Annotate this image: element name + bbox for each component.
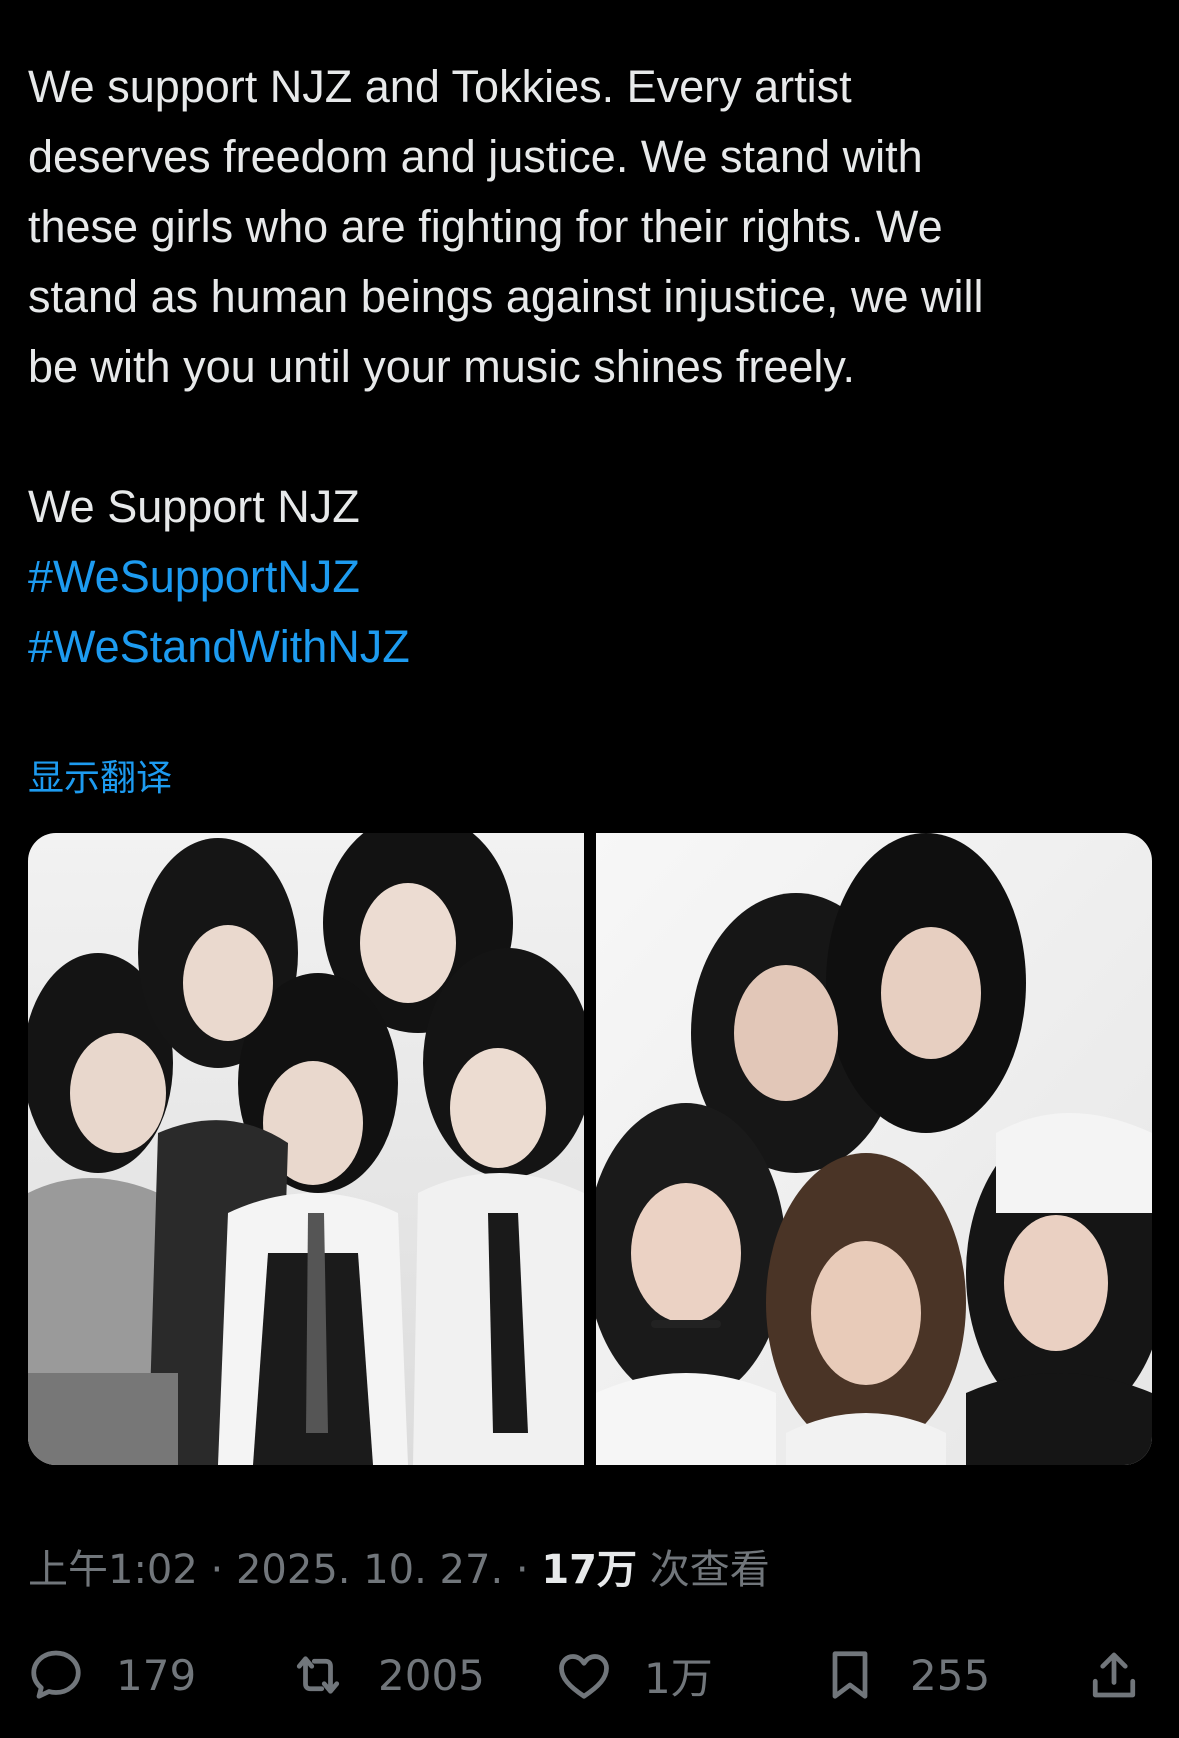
tweet-meta: 上午1:02 · 2025. 10. 27. · 17万 次查看	[28, 1540, 770, 1600]
like-icon	[559, 1654, 609, 1699]
tweet-line: these girls who are fighting for their r…	[28, 201, 943, 252]
group-photo-black-white-outfits-icon	[596, 833, 1152, 1465]
tweet-text: We support NJZ and Tokkies. Every artist…	[28, 52, 1148, 682]
meta-separator: ·	[197, 1547, 236, 1593]
tweet-date: 2025. 10. 27.	[235, 1547, 504, 1593]
share-button[interactable]	[1084, 1640, 1144, 1710]
show-translation-link[interactable]: 显示翻译	[28, 754, 172, 804]
bookmark-count: 255	[910, 1650, 991, 1700]
tweet-time: 上午1:02	[28, 1547, 198, 1593]
group-photo-school-uniforms-icon	[28, 833, 584, 1465]
media-grid	[28, 833, 1152, 1465]
like-button[interactable]: 1万	[554, 1640, 713, 1710]
views-label: 次查看	[636, 1547, 770, 1593]
reply-button[interactable]: 179	[26, 1640, 196, 1710]
tweet-line: We support NJZ and Tokkies. Every artist	[28, 61, 852, 112]
reply-icon	[31, 1650, 81, 1699]
bookmark-icon	[832, 1651, 868, 1699]
reply-count: 179	[116, 1650, 197, 1700]
media-image-1[interactable]	[28, 833, 584, 1465]
hashtag-link[interactable]: #WeStandWithNJZ	[28, 621, 410, 672]
tweet-line: stand as human beings against injustice,…	[28, 271, 984, 322]
views-count[interactable]: 17万	[541, 1547, 637, 1593]
like-count: 1万	[644, 1653, 713, 1703]
action-bar: 179 2005 1万 255	[0, 1640, 1179, 1710]
tweet-line: be with you until your music shines free…	[28, 341, 856, 392]
meta-separator: ·	[503, 1547, 542, 1593]
tweet-closing: We Support NJZ	[28, 481, 360, 532]
repost-icon	[296, 1656, 340, 1694]
repost-count: 2005	[378, 1650, 485, 1700]
share-icon	[1092, 1652, 1136, 1698]
tweet-line: deserves freedom and justice. We stand w…	[28, 131, 923, 182]
media-image-2[interactable]	[596, 833, 1152, 1465]
bookmark-button[interactable]: 255	[820, 1640, 990, 1710]
repost-button[interactable]: 2005	[288, 1640, 485, 1710]
hashtag-link[interactable]: #WeSupportNJZ	[28, 551, 360, 602]
